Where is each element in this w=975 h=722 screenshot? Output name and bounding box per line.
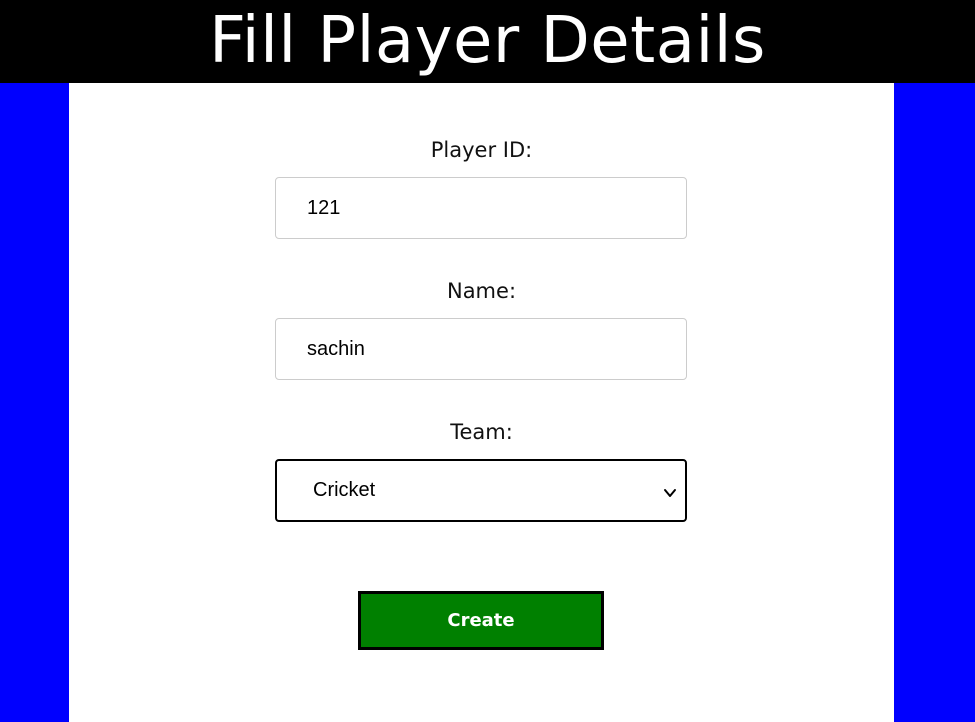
name-input[interactable]: [275, 318, 687, 380]
player-id-input[interactable]: [275, 177, 687, 239]
player-id-label: Player ID:: [430, 138, 533, 162]
page-header: Fill Player Details: [0, 0, 975, 83]
chevron-down-icon: [663, 483, 677, 497]
page-title: Fill Player Details: [209, 4, 766, 78]
team-select-value: Cricket: [313, 479, 376, 501]
team-select[interactable]: Cricket: [275, 459, 687, 522]
create-button[interactable]: Create: [358, 591, 604, 650]
team-label: Team:: [450, 420, 513, 444]
name-label: Name:: [446, 279, 517, 303]
player-form: Player ID: Name: Team: Cricket Create: [69, 83, 894, 722]
